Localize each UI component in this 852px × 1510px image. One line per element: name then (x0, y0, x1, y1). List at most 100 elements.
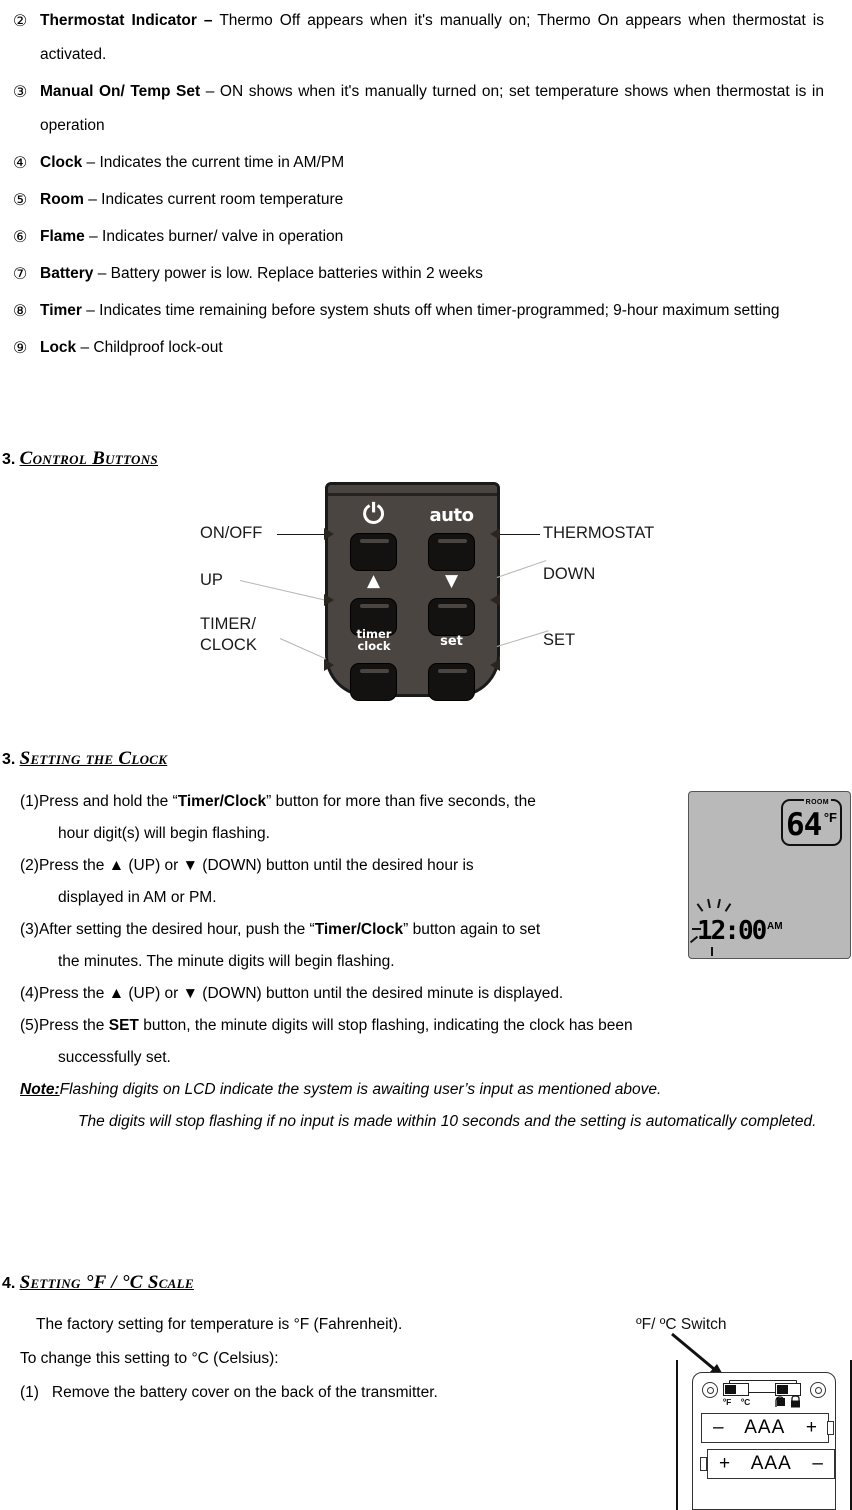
indicator-term: Thermostat Indicator – (40, 12, 213, 29)
indicator-number: ⑧ (12, 301, 28, 320)
indicator-term: Lock (40, 339, 77, 356)
step-number: (4) (20, 985, 39, 1002)
screw-icon (702, 1382, 718, 1398)
battery-case: ºF ºC – AAA + + AAA – (692, 1372, 836, 1510)
screw-icon (810, 1382, 826, 1398)
flash-mark-icon (711, 947, 713, 956)
note-block: Note: Flashing digits on LCD indicate th… (0, 1074, 852, 1106)
step-text-pre: Press the ▲ (UP) or ▼ (DOWN) button unti… (38, 857, 474, 874)
clock-value: 12:00 (697, 916, 767, 946)
battery-polarity-right: – (812, 1453, 823, 1474)
indicator-text: Clock – Indicates the current time in AM… (40, 146, 852, 180)
indicator-text: Battery – Battery power is low. Replace … (40, 257, 852, 291)
battery-terminal-nub (827, 1421, 834, 1435)
on-off-button[interactable] (350, 533, 397, 571)
indicator-desc: – Battery power is low. Replace batterie… (93, 265, 483, 282)
indicator-desc: – Indicates the current time in AM/PM (82, 154, 345, 171)
down-button[interactable] (428, 598, 475, 636)
step-text-pre: Press the (38, 1017, 109, 1034)
indicator-term: Timer (40, 302, 82, 319)
leader-line-set (496, 630, 549, 648)
step-text-bold: Timer/Clock (177, 793, 267, 810)
battery-terminal-nub (700, 1457, 707, 1471)
indicator-term: Flame (40, 228, 85, 245)
list-item: ⑥ Flame – Indicates burner/ valve in ope… (0, 220, 852, 254)
indicator-number: ② (12, 11, 28, 30)
fc-switch-c-label: ºC (741, 1397, 751, 1407)
up-triangle-icon: ▲ (366, 571, 381, 591)
list-item: (4) Press the ▲ (UP) or ▼ (DOWN) button … (0, 978, 852, 1010)
temperature-unit: °F (823, 810, 837, 825)
clock-word: clock (357, 639, 391, 653)
section-title: Setting °F / °C Scale (19, 1272, 194, 1293)
section-number: 3. (2, 751, 16, 768)
fc-switch-f-label: ºF (723, 1397, 732, 1407)
scale-step-1: (1) Remove the battery cover on the back… (0, 1376, 660, 1410)
indicator-number: ⑤ (12, 190, 28, 209)
indicator-term: Battery (40, 265, 94, 282)
list-item: ③ Manual On/ Temp Set – ON shows when it… (0, 75, 852, 143)
leader-line-timer-clock (279, 638, 326, 660)
step-text: Press the SET button, the minute digits … (39, 1010, 852, 1042)
arrow-timer-icon (324, 659, 334, 671)
note-line-1: Flashing digits on LCD indicate the syst… (59, 1081, 662, 1098)
indicator-number: ⑥ (12, 227, 28, 246)
indicator-number: ⑦ (12, 264, 28, 283)
lock-icon (791, 1395, 800, 1408)
indicator-text: Room – Indicates current room temperatur… (40, 183, 852, 217)
label-set: SET (543, 631, 576, 649)
indicator-number: ④ (12, 153, 28, 172)
indicator-text: Lock – Childproof lock-out (40, 331, 852, 365)
label-up: UP (200, 571, 223, 589)
label-down: DOWN (543, 565, 596, 583)
fc-switch-knob[interactable] (725, 1385, 736, 1394)
remote-control-diagram: ⏻ auto ▲ ▼ timer clock set ON/OFF UP TIME… (0, 478, 852, 723)
list-item: ⑨ Lock – Childproof lock-out (0, 331, 852, 365)
step-text-pre: Press and hold the “ (38, 793, 178, 810)
power-icon: ⏻ (362, 499, 385, 530)
clock-ampm: AM (767, 921, 783, 932)
scale-instructions: The factory setting for temperature is °… (0, 1308, 660, 1410)
battery-polarity-left: – (713, 1417, 724, 1438)
step-text-post: ” button for more than five seconds, the (266, 793, 536, 810)
section-title: Control Buttons (19, 448, 158, 469)
indicator-text: Flame – Indicates burner/ valve in opera… (40, 220, 852, 254)
timer-clock-label: timer clock (346, 628, 402, 652)
flash-mark-icon (717, 898, 721, 909)
list-item: (5) Press the SET button, the minute dig… (0, 1010, 852, 1042)
step-text: Press the ▲ (UP) or ▼ (DOWN) button unti… (39, 978, 852, 1010)
step-text-post: button, the minute digits will stop flas… (138, 1017, 633, 1034)
list-item: ② Thermostat Indicator – Thermo Off appe… (0, 4, 852, 72)
indicator-term: Room (40, 191, 84, 208)
timer-clock-button[interactable] (350, 663, 397, 701)
lcd-display-figure: ROOM 64 °F 12:00 AM (688, 791, 851, 959)
thermostat-button[interactable] (428, 533, 475, 571)
remote-body: ⏻ auto ▲ ▼ timer clock set (325, 482, 500, 701)
step-text-pre: After setting the desired hour, push the… (38, 921, 315, 938)
flash-mark-icon (707, 898, 711, 909)
step-number: (1) (20, 1384, 39, 1401)
leader-line-up (239, 580, 326, 602)
indicator-number: ⑨ (12, 338, 28, 357)
label-on-off: ON/OFF (200, 524, 263, 542)
step-number: (1) (20, 793, 39, 810)
scale-line-2: To change this setting to °C (Celsius): (20, 1350, 279, 1367)
indicator-desc: – Indicates burner/ valve in operation (84, 228, 344, 245)
indicator-desc: – Indicates time remaining before system… (81, 302, 780, 319)
step-text-pre: Press the ▲ (UP) or ▼ (DOWN) button unti… (38, 985, 564, 1002)
lock-switch-knob[interactable] (777, 1385, 788, 1394)
arrow-up-icon (324, 594, 334, 606)
list-item: ⑤ Room – Indicates current room temperat… (0, 183, 852, 217)
lock-open-box-icon (777, 1398, 785, 1406)
leader-line-on-off (277, 534, 325, 536)
battery-polarity-right: + (805, 1417, 817, 1438)
set-button[interactable] (428, 663, 475, 701)
scale-line-1: The factory setting for temperature is °… (36, 1316, 403, 1333)
room-temperature-value: 64 (786, 807, 822, 843)
section-heading-control-buttons: 3. Control Buttons (2, 448, 158, 470)
room-label: ROOM (803, 799, 831, 806)
step-number: (5) (20, 1017, 39, 1034)
auto-label: auto (429, 505, 474, 526)
flash-mark-icon (696, 903, 704, 912)
battery-compartment-figure: ºF/ ºC Switch ºF ºC – AAA + + AAA – (620, 1310, 852, 1510)
